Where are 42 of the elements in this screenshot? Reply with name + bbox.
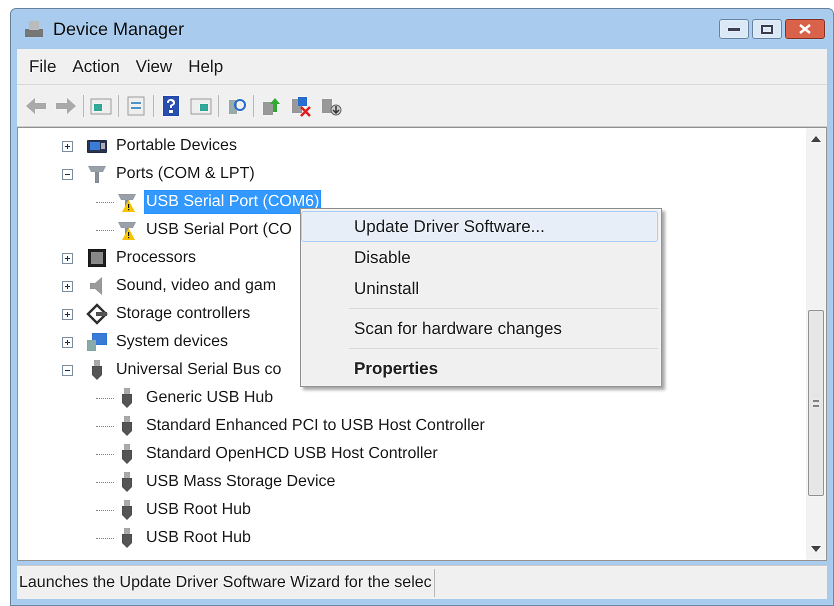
tree-item[interactable]: USB Mass Storage Device <box>144 470 338 494</box>
expand-box[interactable] <box>62 252 73 264</box>
status-text: Launches the Update Driver Software Wizard for the selec <box>18 572 433 592</box>
maximize-button[interactable] <box>752 19 782 39</box>
tree-item[interactable]: USB Root Hub <box>144 498 253 522</box>
tree-item[interactable]: Standard OpenHCD USB Host Controller <box>144 442 440 466</box>
context-menu-item[interactable]: Properties <box>301 353 658 384</box>
close-icon <box>799 24 811 34</box>
port-icon <box>86 163 108 185</box>
context-menu-item[interactable]: Update Driver Software... <box>301 211 658 242</box>
menu-item[interactable]: Action <box>66 54 126 80</box>
storage-icon <box>86 303 108 325</box>
collapse-box[interactable] <box>62 364 73 376</box>
expand-box[interactable] <box>62 336 73 348</box>
expand-box[interactable] <box>62 280 73 292</box>
expand-box[interactable] <box>62 308 73 320</box>
tree-item[interactable]: Generic USB Hub <box>144 386 276 410</box>
tree-item[interactable]: Processors <box>114 246 198 270</box>
tree-item[interactable]: Ports (COM & LPT) <box>114 162 257 186</box>
chip-icon <box>86 247 108 269</box>
context-menu-item[interactable]: Uninstall <box>301 273 658 304</box>
computer-icon <box>23 19 45 39</box>
scroll-thumb[interactable] <box>808 310 824 496</box>
tree-item[interactable]: Portable Devices <box>114 134 239 158</box>
context-menu-item[interactable]: Disable <box>301 242 658 273</box>
tree-item[interactable]: Universal Serial Bus co <box>114 358 284 382</box>
expand-box[interactable] <box>62 140 73 152</box>
tree-item[interactable]: Sound, video and gam <box>114 274 278 298</box>
computer-icon <box>86 331 108 353</box>
tree-item[interactable]: USB Serial Port (CO <box>144 218 294 242</box>
window-title: Device Manager <box>53 18 184 41</box>
tree-item[interactable]: Standard Enhanced PCI to USB Host Controller <box>144 414 487 438</box>
tree-item[interactable]: System devices <box>114 330 230 354</box>
context-menu-item[interactable]: Scan for hardware changes <box>301 313 658 344</box>
menu-item[interactable]: Help <box>182 54 230 80</box>
tree-item[interactable]: Storage controllers <box>114 302 252 326</box>
menu-item[interactable]: File <box>23 54 62 80</box>
close-button[interactable] <box>785 19 825 39</box>
tree-item[interactable]: USB Root Hub <box>144 526 253 550</box>
menu-item[interactable]: View <box>130 54 178 80</box>
collapse-box[interactable] <box>62 168 73 180</box>
minimize-button[interactable] <box>719 19 749 39</box>
